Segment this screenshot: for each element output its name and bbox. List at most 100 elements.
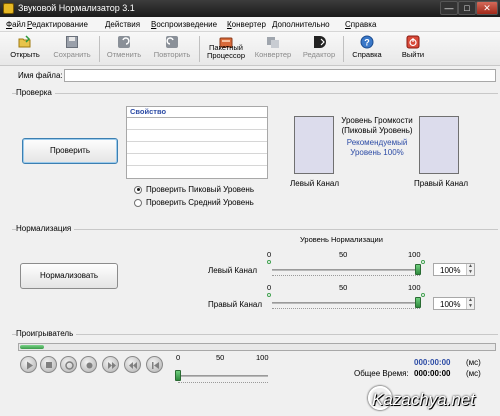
toolbar-separator	[343, 36, 344, 62]
right-channel-ticks	[272, 308, 420, 311]
recommended-level-line2: Уровень 100%	[350, 148, 404, 157]
redo-button[interactable]: Повторить	[150, 35, 194, 59]
exit-button[interactable]: Выйти	[396, 35, 430, 59]
skip-back-button[interactable]	[124, 356, 141, 373]
batch-processor-button[interactable]: Пакетный Процессор	[204, 35, 248, 59]
current-position: 000:00:00	[414, 358, 451, 367]
minimize-button[interactable]: —	[440, 1, 458, 15]
check-group-border	[12, 93, 498, 94]
radio-peak-level[interactable]: Проверить Пиковый Уровень	[134, 185, 254, 194]
table-row	[127, 130, 267, 142]
volume-level-title: Уровень Громкости	[341, 116, 413, 125]
normalization-level-title: Уровень Нормализации	[300, 235, 383, 244]
window-title: Звуковой Нормализатор 3.1	[18, 3, 135, 13]
left-channel-ticks	[272, 275, 420, 278]
play-icon	[27, 361, 33, 370]
mute-button[interactable]	[80, 356, 97, 373]
editor-icon	[314, 36, 326, 48]
editor-button[interactable]: Редактор	[300, 35, 338, 59]
file-name-input[interactable]	[64, 69, 496, 82]
volume-scale-mid: 50	[216, 353, 225, 362]
left-channel-spinbox[interactable]: 100% ▲ ▼	[433, 263, 475, 276]
radio-dot[interactable]	[134, 198, 142, 207]
left-channel-meter	[294, 116, 334, 174]
floppy-disk-icon	[66, 36, 78, 48]
help-icon: ?	[360, 35, 374, 49]
player-volume-track[interactable]	[178, 375, 268, 377]
app-icon	[3, 3, 14, 14]
menu-playback[interactable]: Воспроизведение	[151, 20, 217, 29]
left-scale-min: 0	[267, 250, 272, 259]
close-button[interactable]: ✕	[476, 1, 498, 15]
right-scale-mid: 50	[339, 283, 348, 292]
maximize-button[interactable]: □	[458, 1, 476, 15]
title-bar: Звуковой Нормализатор 3.1 — □ ✕	[0, 0, 500, 17]
volume-scale-max: 100	[256, 353, 269, 362]
converter-button[interactable]: Конвертер	[252, 35, 294, 59]
toolbar: Открыть Сохранить Отменить Повторить Пак…	[0, 32, 500, 66]
menu-converter[interactable]: Конвертер	[227, 20, 266, 29]
right-channel-meter	[419, 116, 459, 174]
seek-bar[interactable]	[18, 343, 496, 351]
right-channel-spinbox[interactable]: 100% ▲ ▼	[433, 297, 475, 310]
previous-button[interactable]	[146, 356, 163, 373]
total-time: 000:00:00	[414, 369, 451, 378]
converter-icon	[267, 37, 279, 48]
watermark-text: Kazachya.net	[372, 390, 476, 409]
normalization-group-title: Нормализация	[16, 224, 75, 233]
loop-button[interactable]	[60, 356, 77, 373]
spin-arrows-icon[interactable]: ▲ ▼	[466, 297, 474, 309]
right-channel-track[interactable]	[272, 302, 420, 304]
check-group-title: Проверка	[16, 88, 55, 97]
right-scale-start-marker	[267, 293, 271, 297]
toolbar-separator	[199, 36, 200, 62]
right-scale-max: 100	[408, 283, 421, 292]
open-button[interactable]: Открыть	[6, 35, 44, 59]
left-channel-slider-thumb[interactable]	[415, 264, 421, 275]
menu-help[interactable]: Справка	[345, 20, 376, 29]
loop-icon	[65, 361, 74, 370]
skip-forward-button[interactable]	[102, 356, 119, 373]
property-table: Свойство	[126, 106, 268, 179]
spin-arrows-icon[interactable]: ▲ ▼	[466, 263, 474, 275]
stop-icon	[46, 362, 52, 368]
menu-extra[interactable]: Дополнительно	[272, 20, 330, 29]
table-row	[127, 154, 267, 166]
volume-level-subtitle: (Пиковый Уровень)	[341, 126, 413, 135]
right-scale-min: 0	[267, 283, 272, 292]
stop-button[interactable]	[40, 356, 57, 373]
left-scale-max: 100	[408, 250, 421, 259]
left-channel-track[interactable]	[272, 269, 420, 271]
help-button[interactable]: ? Справка	[348, 35, 386, 59]
recommended-level-line1: Рекомендуемый	[346, 138, 408, 147]
undo-icon	[118, 36, 130, 48]
seek-bar-thumb[interactable]	[20, 345, 44, 349]
player-group-border	[12, 334, 498, 335]
menu-file[interactable]: Файл	[6, 20, 26, 29]
radio-average-level[interactable]: Проверить Средний Уровень	[134, 198, 254, 207]
player-volume-thumb[interactable]	[175, 370, 181, 381]
check-button[interactable]: Проверить	[22, 138, 118, 164]
normalization-group-border	[12, 229, 498, 230]
total-time-label: Общее Время:	[354, 369, 409, 378]
power-icon	[406, 35, 420, 49]
right-channel-slider-thumb[interactable]	[415, 297, 421, 308]
left-channel-label: Левый Канал	[290, 179, 340, 188]
watermark: Kazachya.net	[366, 384, 498, 414]
table-row	[127, 142, 267, 154]
left-scale-end-marker	[421, 260, 425, 264]
menu-edit[interactable]: Редактирование	[27, 20, 88, 29]
menu-bar: Файл Редактирование Действия Воспроизвед…	[0, 17, 500, 32]
redo-icon	[166, 36, 178, 48]
menu-actions[interactable]: Действия	[105, 20, 140, 29]
save-button[interactable]: Сохранить	[50, 35, 94, 59]
normalize-button[interactable]: Нормализовать	[20, 263, 118, 289]
current-position-unit: (мс)	[466, 358, 481, 367]
previous-icon	[152, 362, 159, 369]
radio-dot-checked[interactable]	[134, 185, 142, 194]
play-button[interactable]	[20, 356, 37, 373]
skip-back-icon	[129, 362, 137, 369]
undo-button[interactable]: Отменить	[104, 35, 144, 59]
total-time-unit: (мс)	[466, 369, 481, 378]
table-row	[127, 118, 267, 130]
